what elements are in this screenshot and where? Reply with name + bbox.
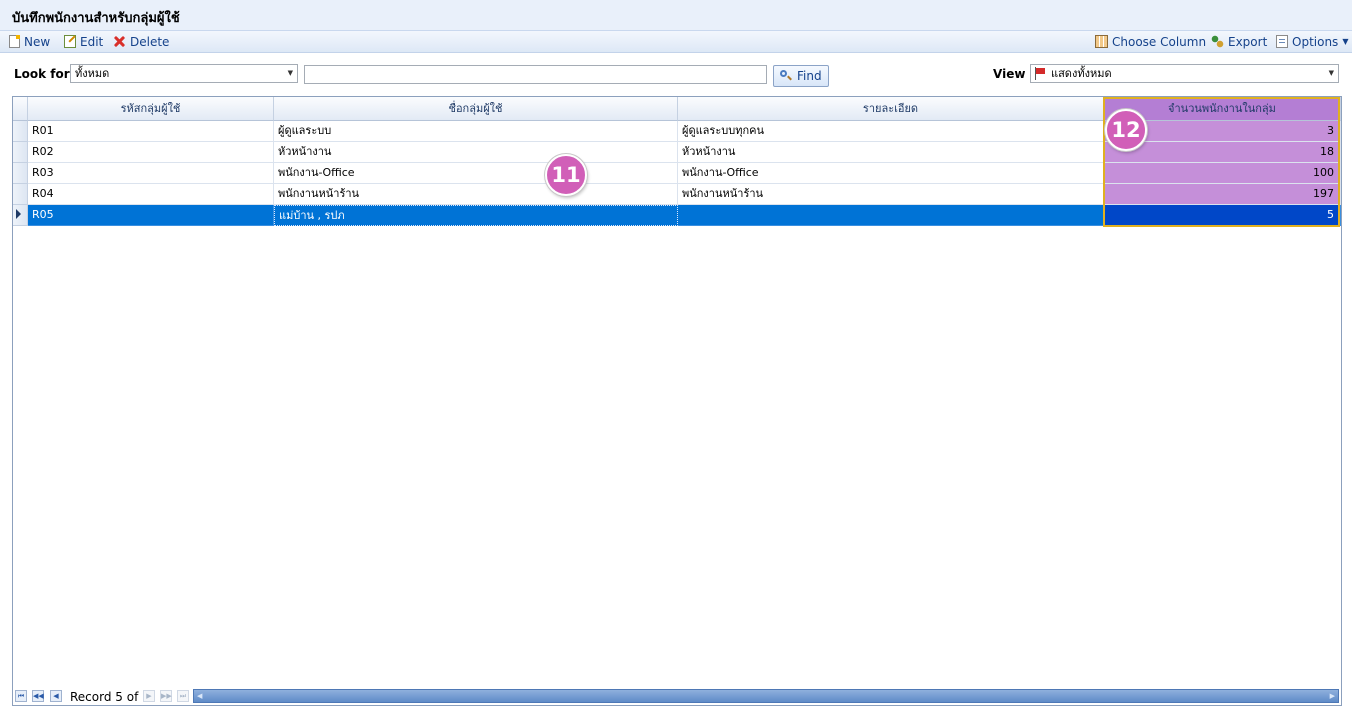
look-for-label: Look for (14, 67, 70, 81)
table-row[interactable]: R04 พนักงานหน้าร้าน พนักงานหน้าร้าน 197 (13, 184, 1341, 205)
cell-count: 197 (1104, 184, 1341, 205)
cell-detail: หัวหน้างาน (678, 142, 1104, 163)
column-header-name[interactable]: ชื่อกลุ่มผู้ใช้ (274, 97, 678, 121)
options-button[interactable]: Options ▼ (1276, 33, 1348, 50)
edit-button[interactable]: Edit (64, 33, 103, 50)
header-indicator (13, 97, 28, 121)
choose-column-button[interactable]: Choose Column (1095, 33, 1206, 50)
edit-button-label: Edit (80, 34, 104, 49)
table-row[interactable]: R03 พนักงาน-Office พนักงาน-Office 100 (13, 163, 1341, 184)
prev-page-button[interactable]: ◀◀ (32, 690, 44, 702)
view-select[interactable]: แสดงทั้งหมด ▼ (1030, 64, 1339, 83)
new-document-icon (9, 35, 20, 48)
column-header-detail[interactable]: รายละเอียด (678, 97, 1104, 121)
flag-icon (1034, 67, 1047, 80)
chevron-down-icon: ▼ (1328, 69, 1334, 77)
row-indicator (13, 121, 28, 142)
columns-icon (1095, 35, 1108, 48)
scroll-left-icon: ◀ (197, 692, 203, 700)
current-row-arrow-icon (16, 209, 21, 219)
next-page-button[interactable]: ▶▶ (160, 690, 172, 702)
cell-code: R03 (28, 163, 274, 184)
delete-button-label: Delete (130, 34, 170, 49)
cell-count: 100 (1104, 163, 1341, 184)
options-button-label: Options (1292, 34, 1339, 49)
grid-navigator: ⏮ ◀◀ ◀ Record 5 of 5 ▶ ▶▶ ⏭ ◀ ▶ (13, 688, 1341, 705)
cell-detail: พนักงาน-Office (678, 163, 1104, 184)
cell-name: หัวหน้างาน (274, 142, 678, 163)
annotation-badge: 12 (1105, 109, 1147, 151)
cell-count: 5 (1104, 205, 1341, 226)
look-for-value: ทั้งหมด (75, 67, 110, 80)
cell-detail: ผู้ดูแลระบบทุกคน (678, 121, 1104, 142)
first-record-button[interactable]: ⏮ (15, 690, 27, 702)
row-indicator (13, 205, 28, 226)
find-button[interactable]: Find (773, 65, 829, 87)
chevron-down-icon: ▼ (1342, 37, 1349, 46)
table-row-selected[interactable]: R05 แม่บ้าน , รปภ 5 (13, 205, 1341, 226)
row-indicator (13, 142, 28, 163)
cell-code: R01 (28, 121, 274, 142)
cell-name: แม่บ้าน , รปภ (274, 205, 678, 226)
record-counter: Record 5 of 5 (70, 690, 150, 704)
view-label: View (993, 67, 1026, 81)
cell-name: ผู้ดูแลระบบ (274, 121, 678, 142)
look-for-select[interactable]: ทั้งหมด ▼ (70, 64, 298, 83)
new-button[interactable]: New (9, 33, 50, 50)
cell-code: R04 (28, 184, 274, 205)
annotation-badge: 11 (545, 154, 587, 196)
data-grid: รหัสกลุ่มผู้ใช้ ชื่อกลุ่มผู้ใช้ รายละเอี… (12, 96, 1342, 706)
new-button-label: New (24, 34, 51, 49)
export-button-label: Export (1228, 34, 1268, 49)
chevron-down-icon: ▼ (287, 69, 293, 77)
cell-detail: พนักงานหน้าร้าน (678, 184, 1104, 205)
export-icon (1211, 35, 1224, 48)
scroll-right-icon: ▶ (1329, 692, 1335, 700)
choose-column-label: Choose Column (1112, 34, 1207, 49)
prev-record-button[interactable]: ◀ (50, 690, 62, 702)
cell-detail (678, 205, 1104, 226)
title-bar: บันทึกพนักงานสำหรับกลุ่มผู้ใช้ (0, 0, 1352, 31)
cell-name: พนักงานหน้าร้าน (274, 184, 678, 205)
view-value: แสดงทั้งหมด (1051, 67, 1112, 80)
find-button-label: Find (797, 69, 822, 83)
edit-pencil-icon (64, 35, 76, 48)
toolbar: New Edit Delete Choose Column Export Opt… (0, 31, 1352, 53)
cell-code: R02 (28, 142, 274, 163)
row-indicator (13, 163, 28, 184)
search-input[interactable] (304, 65, 767, 84)
cell-code: R05 (28, 205, 274, 226)
search-icon (780, 70, 792, 82)
window-title: บันทึกพนักงานสำหรับกลุ่มผู้ใช้ (12, 11, 180, 26)
cell-name: พนักงาน-Office (274, 163, 678, 184)
row-indicator (13, 184, 28, 205)
last-record-button[interactable]: ⏭ (177, 690, 189, 702)
column-header-code[interactable]: รหัสกลุ่มผู้ใช้ (28, 97, 274, 121)
next-record-button[interactable]: ▶ (143, 690, 155, 702)
delete-button[interactable]: Delete (113, 33, 169, 50)
table-row[interactable]: R02 หัวหน้างาน หัวหน้างาน 18 (13, 142, 1341, 163)
options-icon (1276, 35, 1288, 48)
delete-x-icon (113, 35, 126, 48)
horizontal-scrollbar[interactable]: ◀ ▶ (193, 689, 1339, 703)
export-button[interactable]: Export (1211, 33, 1267, 50)
